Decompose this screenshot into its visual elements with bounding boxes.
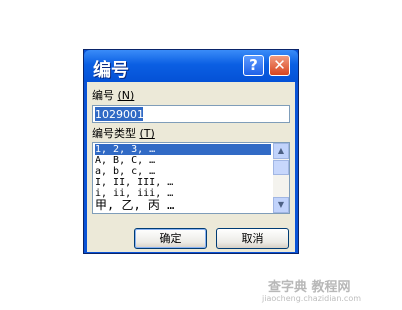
help-button[interactable]: ? bbox=[243, 55, 264, 76]
number-input[interactable] bbox=[95, 107, 285, 121]
number-field[interactable] bbox=[92, 105, 290, 123]
list-item[interactable]: 甲, 乙, 丙 … bbox=[95, 199, 271, 212]
scroll-down-arrow-icon[interactable]: ▼ bbox=[273, 197, 289, 213]
list-item[interactable]: A, B, C, … bbox=[95, 155, 271, 166]
number-label-accel: (N) bbox=[117, 89, 135, 102]
watermark-logo: 查字典 教程网 bbox=[268, 280, 351, 295]
close-button[interactable]: ✕ bbox=[269, 55, 290, 76]
ok-button[interactable]: 确定 bbox=[134, 228, 207, 249]
number-label-text: 编号 bbox=[92, 89, 118, 102]
number-type-list[interactable]: 1, 2, 3, … A, B, C, … a, b, c, … I, II, … bbox=[92, 142, 290, 214]
numbering-dialog: 编号 ? ✕ 编号 (N) 编号类型 (T) 1, 2, 3, … A, B, … bbox=[83, 49, 299, 254]
list-item[interactable]: 1, 2, 3, … bbox=[95, 144, 271, 155]
list-item[interactable]: I, II, III, … bbox=[95, 177, 271, 188]
list-scrollbar[interactable]: ▲ ▼ bbox=[273, 143, 289, 213]
number-label: 编号 (N) bbox=[92, 87, 134, 103]
dialog-body: 编号 (N) 编号类型 (T) 1, 2, 3, … A, B, C, … a,… bbox=[87, 82, 295, 252]
cancel-button[interactable]: 取消 bbox=[216, 228, 289, 249]
type-label: 编号类型 (T) bbox=[92, 125, 155, 141]
type-label-text: 编号类型 bbox=[92, 127, 140, 140]
type-label-accel: (T) bbox=[139, 127, 155, 140]
list-item[interactable]: a, b, c, … bbox=[95, 166, 271, 177]
watermark-url: jiaocheng.chazidian.com bbox=[262, 294, 362, 303]
title-bar[interactable]: 编号 ? ✕ bbox=[84, 50, 298, 82]
dialog-title: 编号 bbox=[93, 60, 129, 81]
scroll-thumb[interactable] bbox=[273, 160, 289, 175]
scroll-up-arrow-icon[interactable]: ▲ bbox=[273, 143, 289, 159]
